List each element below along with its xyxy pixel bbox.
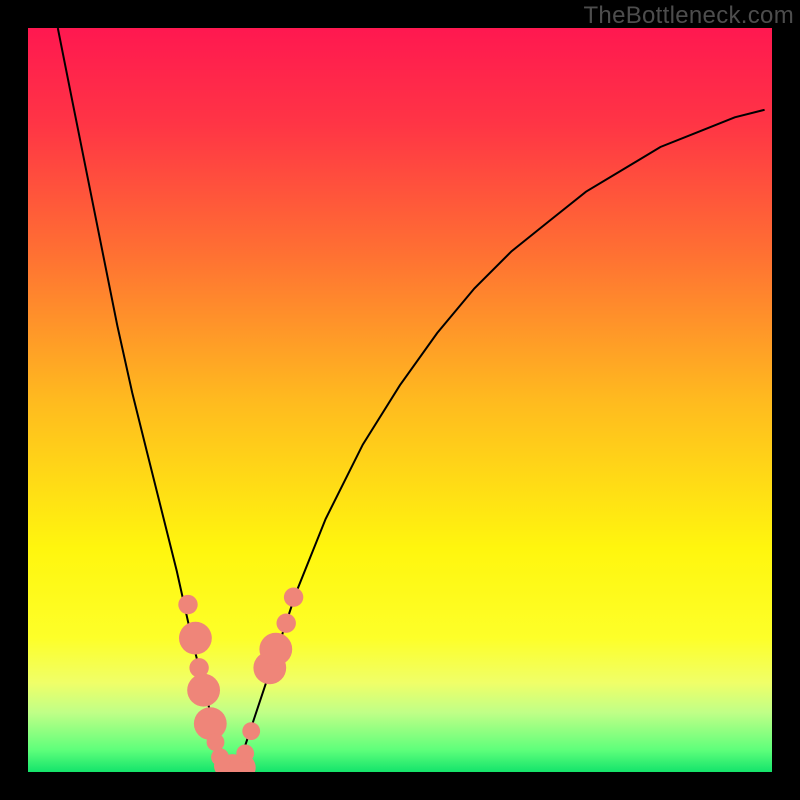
watermark-text: TheBottleneck.com bbox=[583, 2, 794, 30]
plot-area bbox=[28, 28, 772, 772]
marker-dot bbox=[178, 595, 197, 614]
marker-dot bbox=[236, 745, 254, 763]
marker-dot bbox=[277, 614, 296, 633]
marker-dot bbox=[179, 622, 212, 655]
gradient-background bbox=[28, 28, 772, 772]
outer-frame: TheBottleneck.com bbox=[0, 0, 800, 800]
marker-dot bbox=[284, 588, 303, 607]
marker-dot bbox=[259, 633, 292, 666]
marker-dot bbox=[242, 722, 260, 740]
marker-dot bbox=[187, 674, 220, 707]
chart-svg bbox=[28, 28, 772, 772]
